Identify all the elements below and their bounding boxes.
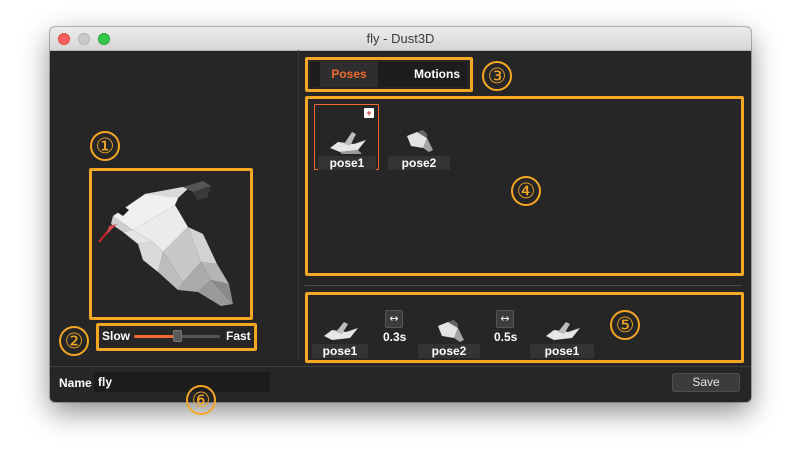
name-input[interactable] — [94, 372, 270, 392]
highlight-tabs — [305, 57, 473, 92]
save-button[interactable]: Save — [672, 373, 740, 392]
highlight-timeline — [305, 292, 744, 363]
marker-4: ④ — [511, 176, 541, 206]
window-title: fly - Dust3D — [366, 31, 435, 46]
highlight-preview — [89, 168, 253, 320]
footer-divider — [50, 366, 751, 367]
panel-divider — [298, 50, 299, 360]
marker-5: ⑤ — [610, 310, 640, 340]
marker-3: ③ — [482, 61, 512, 91]
marker-1: ① — [90, 131, 120, 161]
title-bar: fly - Dust3D — [50, 27, 751, 51]
name-label: Name — [59, 376, 92, 390]
highlight-speed — [96, 323, 257, 351]
marker-2: ② — [59, 326, 89, 356]
marker-6: ⑥ — [186, 385, 216, 415]
timeline-divider — [305, 285, 742, 286]
